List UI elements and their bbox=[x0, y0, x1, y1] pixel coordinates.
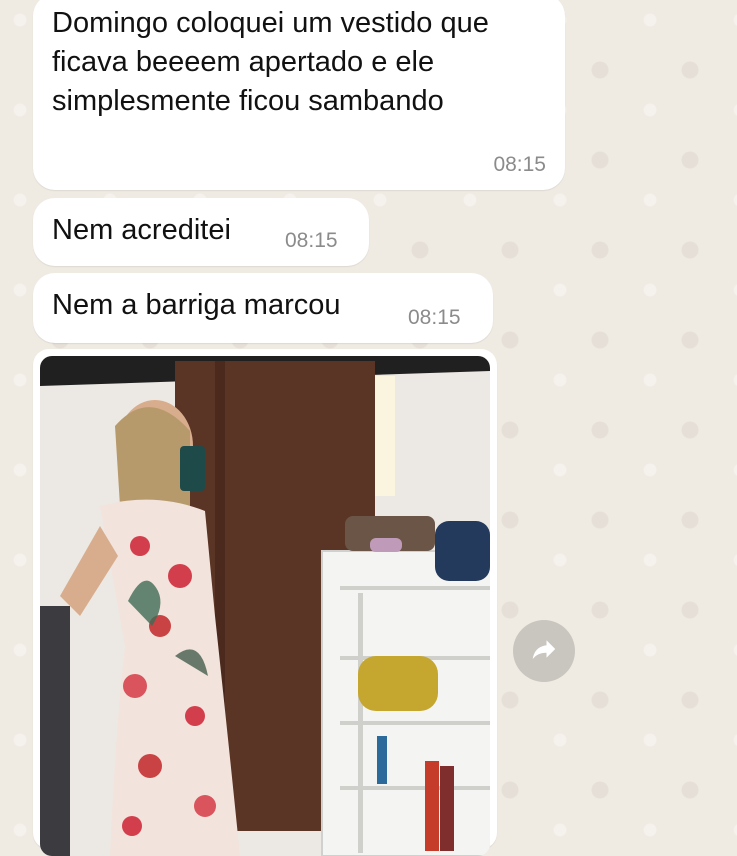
message-text: Domingo coloquei um vestido que ficava b… bbox=[52, 7, 489, 117]
message-time: 08:15 bbox=[493, 153, 546, 176]
forward-button[interactable] bbox=[513, 620, 575, 682]
photo-image[interactable] bbox=[40, 356, 490, 856]
photo-message[interactable] bbox=[33, 349, 497, 856]
forward-arrow-icon bbox=[529, 634, 559, 669]
message-time: 08:15 bbox=[285, 229, 338, 252]
message-bubble[interactable]: Domingo coloquei um vestido que ficava b… bbox=[33, 0, 565, 190]
message-bubble[interactable]: Nem a barriga marcou 08:15 bbox=[33, 273, 493, 343]
message-text: Nem a barriga marcou bbox=[52, 289, 341, 321]
message-text: Nem acreditei bbox=[52, 214, 231, 246]
message-bubble[interactable]: Nem acreditei 08:15 bbox=[33, 198, 369, 266]
message-time: 08:15 bbox=[408, 306, 461, 329]
